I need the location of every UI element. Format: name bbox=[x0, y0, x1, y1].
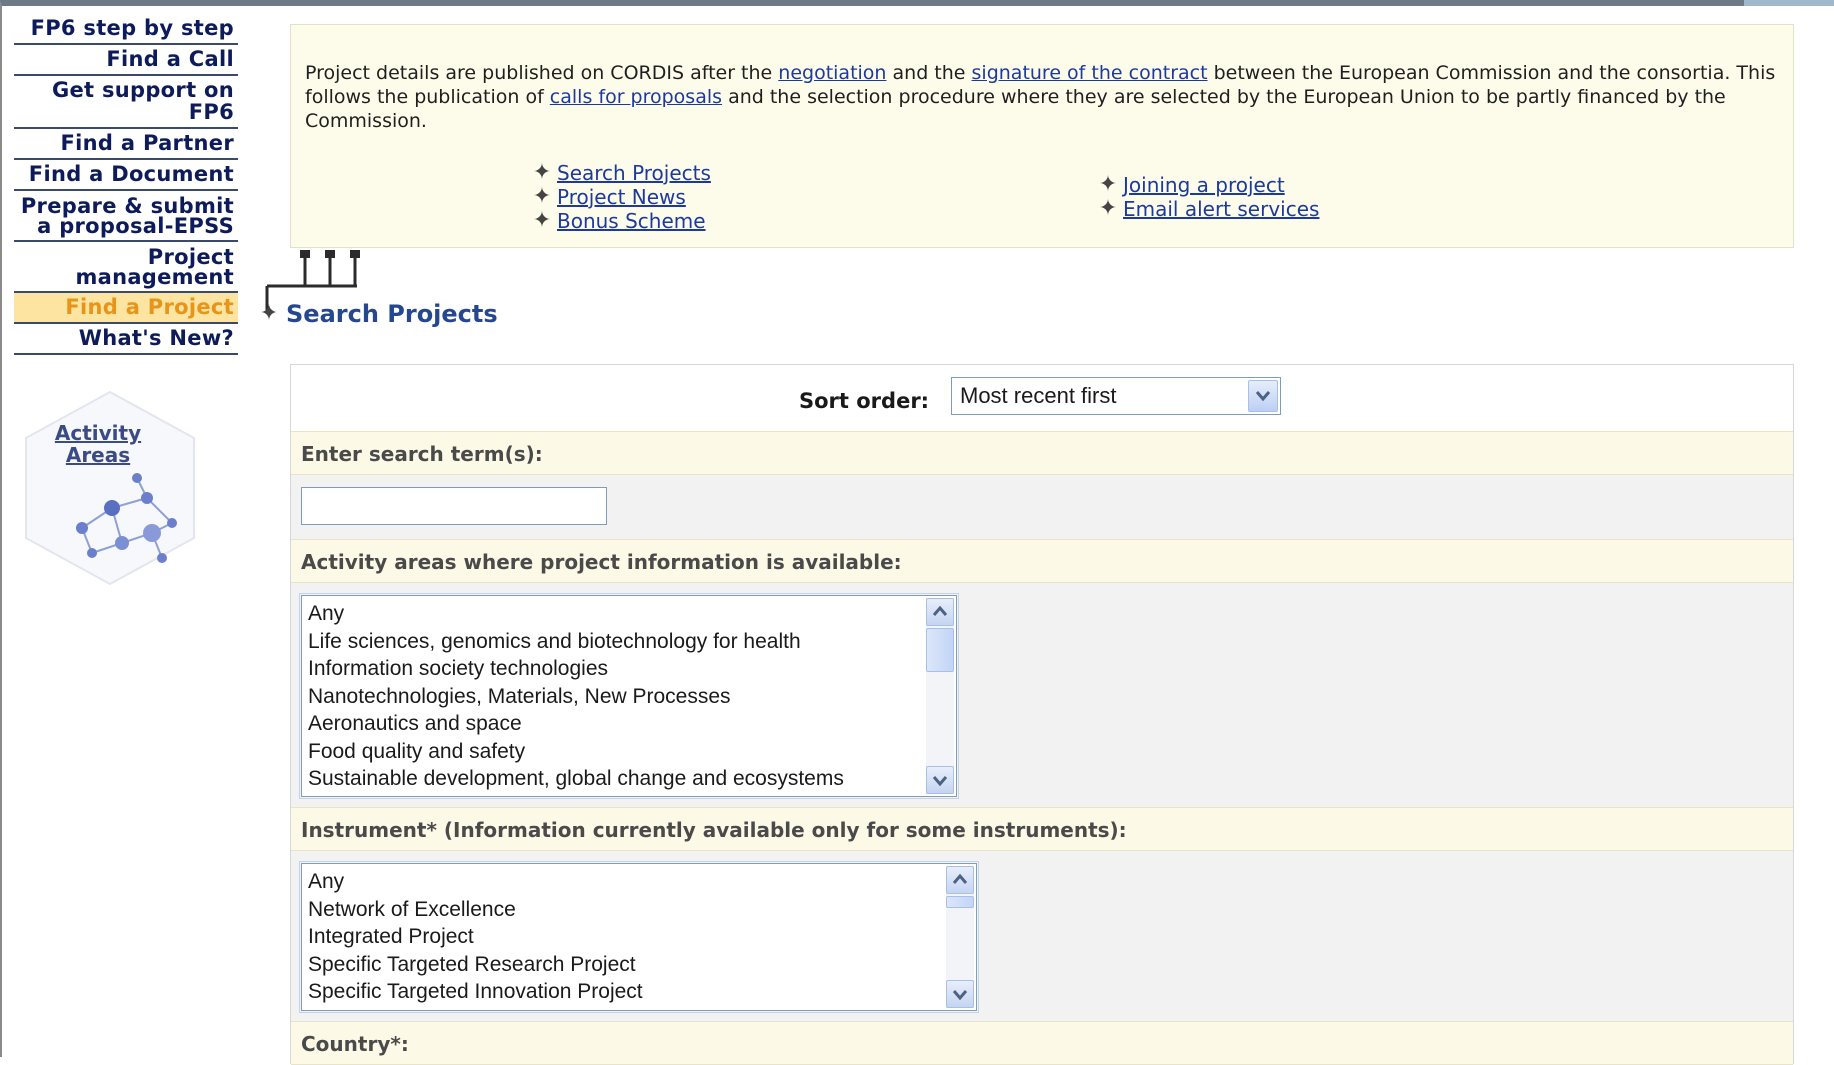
nav-label-line2: a proposal-EPSS bbox=[37, 214, 234, 238]
instrument-listbox[interactable]: Any Network of Excellence Integrated Pro… bbox=[299, 861, 979, 1013]
activity-areas-label: Activity areas where project information… bbox=[301, 550, 902, 574]
activity-areas-listbox[interactable]: Any Life sciences, genomics and biotechn… bbox=[299, 593, 959, 799]
activity-areas-link[interactable]: Activity Areas bbox=[22, 388, 198, 588]
joining-project-link[interactable]: Joining a project bbox=[1123, 173, 1285, 197]
sort-order-value: Most recent first bbox=[960, 383, 1117, 408]
activity-areas-label-row: Activity areas where project information… bbox=[291, 539, 1793, 583]
instrument-scrollbar[interactable] bbox=[946, 866, 974, 1008]
intro-part1: Project details are published on CORDIS … bbox=[305, 62, 779, 84]
sort-row: Sort order: Most recent first bbox=[291, 365, 1793, 432]
link-row: ✦ Bonus Scheme bbox=[531, 209, 711, 233]
search-term-label: Enter search term(s): bbox=[301, 442, 543, 466]
four-point-cross-icon: ✦ bbox=[532, 208, 552, 233]
left-navigation: FP6 step by step Find a Call Get support… bbox=[14, 14, 238, 355]
list-item[interactable]: Information society technologies bbox=[308, 655, 844, 683]
intro-text: Project details are published on CORDIS … bbox=[305, 61, 1785, 133]
signature-contract-link[interactable]: signature of the contract bbox=[972, 62, 1208, 84]
instrument-label-row: Instrument* (Information currently avail… bbox=[291, 807, 1793, 851]
calls-for-proposals-link[interactable]: calls for proposals bbox=[550, 86, 722, 108]
chevron-down-icon[interactable] bbox=[1248, 380, 1278, 412]
activity-scrollbar[interactable] bbox=[926, 598, 954, 794]
section-heading: ✦ Search Projects bbox=[258, 300, 498, 328]
list-item[interactable]: Sustainable development, global change a… bbox=[308, 765, 844, 793]
top-corner-decoration bbox=[1744, 0, 1834, 6]
list-item[interactable]: Aeronautics and space bbox=[308, 710, 844, 738]
negotiation-link[interactable]: negotiation bbox=[778, 62, 886, 84]
intro-part2: and the bbox=[886, 62, 972, 84]
activity-label-line2: Areas bbox=[65, 443, 131, 467]
chevron-down-icon[interactable] bbox=[926, 766, 954, 794]
links-left-column: ✦ Search Projects ✦ Project News ✦ Bonus… bbox=[531, 161, 711, 233]
list-item[interactable]: Any bbox=[308, 600, 844, 628]
nav-label: Find a Project bbox=[65, 295, 234, 319]
search-projects-link[interactable]: Search Projects bbox=[557, 161, 711, 185]
country-label-row: Country*: bbox=[291, 1021, 1793, 1065]
activity-label-line1: Activity bbox=[54, 421, 142, 445]
nav-label: What's New? bbox=[78, 326, 234, 350]
link-row: ✦ Project News bbox=[531, 185, 711, 209]
bonus-scheme-link[interactable]: Bonus Scheme bbox=[557, 209, 706, 233]
link-row: ✦ Joining a project bbox=[1097, 173, 1319, 197]
instrument-label: Instrument* (Information currently avail… bbox=[301, 818, 1127, 842]
list-item[interactable]: Nanotechnologies, Materials, New Process… bbox=[308, 683, 844, 711]
nav-whats-new[interactable]: What's New? bbox=[14, 324, 238, 355]
activity-areas-options: Any Life sciences, genomics and biotechn… bbox=[308, 600, 844, 793]
sort-order-label: Sort order: bbox=[799, 389, 930, 413]
nav-find-a-partner[interactable]: Find a Partner bbox=[14, 129, 238, 160]
project-news-link[interactable]: Project News bbox=[557, 185, 686, 209]
nav-find-a-document[interactable]: Find a Document bbox=[14, 160, 238, 191]
chevron-up-icon[interactable] bbox=[926, 598, 954, 626]
list-item[interactable]: Specific Targeted Research Project bbox=[308, 951, 643, 979]
list-item[interactable]: Specific Targeted Innovation Project bbox=[308, 978, 643, 1006]
nav-label: Find a Document bbox=[28, 162, 234, 186]
nav-label: Get support on FP6 bbox=[51, 78, 234, 124]
activity-areas-label[interactable]: Activity Areas bbox=[46, 422, 150, 466]
list-item[interactable]: Network of Excellence bbox=[308, 896, 643, 924]
section-title: Search Projects bbox=[286, 300, 498, 328]
search-form: Sort order: Most recent first Enter sear… bbox=[290, 364, 1794, 1065]
scroll-thumb[interactable] bbox=[926, 628, 954, 672]
list-item[interactable]: Integrated Project bbox=[308, 923, 643, 951]
four-point-cross-icon: ✦ bbox=[532, 160, 552, 185]
sort-order-select[interactable]: Most recent first bbox=[951, 377, 1281, 415]
nav-find-a-call[interactable]: Find a Call bbox=[14, 45, 238, 76]
links-right-column: ✦ Joining a project ✦ Email alert servic… bbox=[1097, 173, 1320, 221]
instrument-options: Any Network of Excellence Integrated Pro… bbox=[308, 868, 643, 1006]
nav-label-line1: Project bbox=[147, 245, 234, 269]
list-item[interactable]: Life sciences, genomics and biotechnolog… bbox=[308, 628, 844, 656]
nav-get-support[interactable]: Get support on FP6 bbox=[14, 76, 238, 129]
info-panel: Project details are published on CORDIS … bbox=[290, 24, 1794, 248]
nav-label: Find a Partner bbox=[60, 131, 234, 155]
country-label: Country*: bbox=[301, 1032, 409, 1056]
four-point-cross-icon: ✦ bbox=[259, 301, 279, 326]
four-point-cross-icon: ✦ bbox=[532, 184, 552, 209]
nav-label: Find a Call bbox=[106, 47, 234, 71]
nav-label-line1: Prepare & submit bbox=[20, 194, 234, 218]
search-term-label-row: Enter search term(s): bbox=[291, 431, 1793, 475]
four-point-cross-icon: ✦ bbox=[1098, 196, 1118, 221]
nav-label-line2: management bbox=[75, 265, 234, 289]
scroll-thumb[interactable] bbox=[946, 896, 974, 908]
four-point-cross-icon: ✦ bbox=[1098, 172, 1118, 197]
search-term-row bbox=[291, 475, 1793, 539]
list-item[interactable]: Food quality and safety bbox=[308, 738, 844, 766]
nav-project-management[interactable]: Project management bbox=[14, 242, 238, 293]
nav-find-a-project[interactable]: Find a Project bbox=[14, 293, 238, 324]
activity-areas-row: Any Life sciences, genomics and biotechn… bbox=[291, 583, 1793, 807]
link-row: ✦ Search Projects bbox=[531, 161, 711, 185]
list-item[interactable]: Any bbox=[308, 868, 643, 896]
nav-prepare-submit[interactable]: Prepare & submit a proposal-EPSS bbox=[14, 191, 238, 242]
link-row: ✦ Email alert services bbox=[1097, 196, 1320, 221]
molecule-network-icon bbox=[76, 473, 177, 563]
email-alert-link[interactable]: Email alert services bbox=[1123, 197, 1319, 221]
nav-fp6-step-by-step[interactable]: FP6 step by step bbox=[14, 14, 238, 45]
nav-label: FP6 step by step bbox=[30, 16, 234, 40]
search-term-input[interactable] bbox=[301, 487, 607, 525]
instrument-row: Any Network of Excellence Integrated Pro… bbox=[291, 851, 1793, 1021]
chevron-down-icon[interactable] bbox=[946, 980, 974, 1008]
chevron-up-icon[interactable] bbox=[946, 866, 974, 894]
